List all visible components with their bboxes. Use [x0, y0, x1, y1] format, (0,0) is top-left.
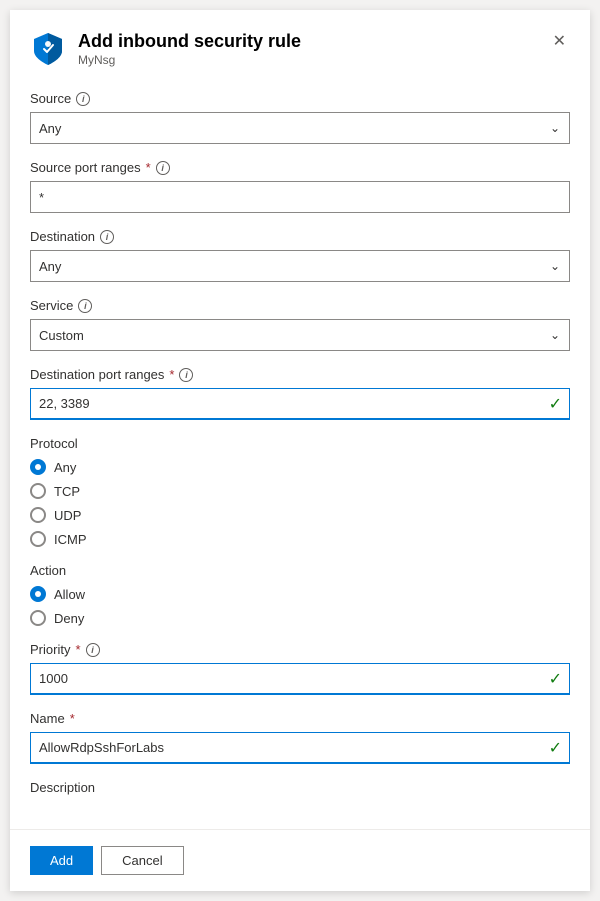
- panel-title: Add inbound security rule: [78, 30, 301, 53]
- description-group: Description: [30, 780, 570, 795]
- source-port-required-mark: *: [146, 160, 151, 175]
- action-allow-item: Allow: [30, 586, 570, 602]
- header-text: Add inbound security rule MyNsg: [78, 30, 301, 67]
- protocol-any-label[interactable]: Any: [54, 460, 76, 475]
- source-label: Source i: [30, 91, 570, 106]
- protocol-tcp-radio[interactable]: [30, 483, 46, 499]
- dest-port-input-wrapper: ✓: [30, 388, 570, 420]
- priority-input[interactable]: [30, 663, 570, 695]
- add-button[interactable]: Add: [30, 846, 93, 875]
- dest-port-required-mark: *: [169, 367, 174, 382]
- close-icon: ✕: [553, 33, 566, 50]
- azure-shield-icon: [30, 31, 66, 67]
- source-port-ranges-group: Source port ranges * i: [30, 160, 570, 213]
- protocol-radio-group: Any TCP UDP ICMP: [30, 459, 570, 547]
- dest-port-ranges-input[interactable]: [30, 388, 570, 420]
- dest-port-check-icon: ✓: [549, 394, 562, 414]
- service-label: Service i: [30, 298, 570, 313]
- source-info-icon[interactable]: i: [76, 92, 90, 106]
- dest-port-ranges-group: Destination port ranges * i ✓: [30, 367, 570, 420]
- cancel-button[interactable]: Cancel: [101, 846, 183, 875]
- source-port-ranges-label: Source port ranges * i: [30, 160, 570, 175]
- name-check-icon: ✓: [549, 738, 562, 758]
- protocol-tcp-item: TCP: [30, 483, 570, 499]
- priority-label: Priority * i: [30, 642, 570, 657]
- destination-select[interactable]: Any IP Addresses Service Tag Application…: [30, 250, 570, 282]
- action-radio-group: Allow Deny: [30, 586, 570, 626]
- protocol-any-item: Any: [30, 459, 570, 475]
- protocol-udp-radio[interactable]: [30, 507, 46, 523]
- protocol-group: Protocol Any TCP UDP ICMP: [30, 436, 570, 547]
- protocol-udp-item: UDP: [30, 507, 570, 523]
- protocol-icmp-item: ICMP: [30, 531, 570, 547]
- action-allow-radio[interactable]: [30, 586, 46, 602]
- name-input[interactable]: [30, 732, 570, 764]
- header-left: Add inbound security rule MyNsg: [30, 30, 301, 67]
- service-select[interactable]: Custom HTTP HTTPS RDP SSH: [30, 319, 570, 351]
- panel-header: Add inbound security rule MyNsg ✕: [30, 30, 570, 67]
- protocol-icmp-label[interactable]: ICMP: [54, 532, 87, 547]
- destination-group: Destination i Any IP Addresses Service T…: [30, 229, 570, 282]
- panel-subtitle: MyNsg: [78, 53, 301, 67]
- source-port-ranges-input[interactable]: [30, 181, 570, 213]
- service-group: Service i Custom HTTP HTTPS RDP SSH ⌄: [30, 298, 570, 351]
- add-inbound-rule-panel: Add inbound security rule MyNsg ✕ Source…: [10, 10, 590, 891]
- action-deny-radio[interactable]: [30, 610, 46, 626]
- name-required-mark: *: [70, 711, 75, 726]
- protocol-icmp-radio[interactable]: [30, 531, 46, 547]
- destination-label: Destination i: [30, 229, 570, 244]
- action-deny-label[interactable]: Deny: [54, 611, 84, 626]
- priority-required-mark: *: [75, 642, 80, 657]
- protocol-any-radio[interactable]: [30, 459, 46, 475]
- source-port-info-icon[interactable]: i: [156, 161, 170, 175]
- source-select[interactable]: Any IP Addresses Service Tag Application…: [30, 112, 570, 144]
- protocol-tcp-label[interactable]: TCP: [54, 484, 80, 499]
- name-group: Name * ✓: [30, 711, 570, 764]
- name-label: Name *: [30, 711, 570, 726]
- source-select-wrapper: Any IP Addresses Service Tag Application…: [30, 112, 570, 144]
- priority-group: Priority * i ✓: [30, 642, 570, 695]
- protocol-udp-label[interactable]: UDP: [54, 508, 81, 523]
- close-button[interactable]: ✕: [549, 30, 570, 54]
- name-input-wrapper: ✓: [30, 732, 570, 764]
- priority-info-icon[interactable]: i: [86, 643, 100, 657]
- dest-port-info-icon[interactable]: i: [179, 368, 193, 382]
- action-label: Action: [30, 563, 570, 578]
- service-info-icon[interactable]: i: [78, 299, 92, 313]
- priority-check-icon: ✓: [549, 669, 562, 689]
- action-group: Action Allow Deny: [30, 563, 570, 626]
- priority-input-wrapper: ✓: [30, 663, 570, 695]
- protocol-label: Protocol: [30, 436, 570, 451]
- destination-info-icon[interactable]: i: [100, 230, 114, 244]
- description-label: Description: [30, 780, 570, 795]
- dest-port-ranges-label: Destination port ranges * i: [30, 367, 570, 382]
- source-group: Source i Any IP Addresses Service Tag Ap…: [30, 91, 570, 144]
- service-select-wrapper: Custom HTTP HTTPS RDP SSH ⌄: [30, 319, 570, 351]
- action-allow-label[interactable]: Allow: [54, 587, 85, 602]
- action-deny-item: Deny: [30, 610, 570, 626]
- destination-select-wrapper: Any IP Addresses Service Tag Application…: [30, 250, 570, 282]
- panel-footer: Add Cancel: [10, 829, 590, 891]
